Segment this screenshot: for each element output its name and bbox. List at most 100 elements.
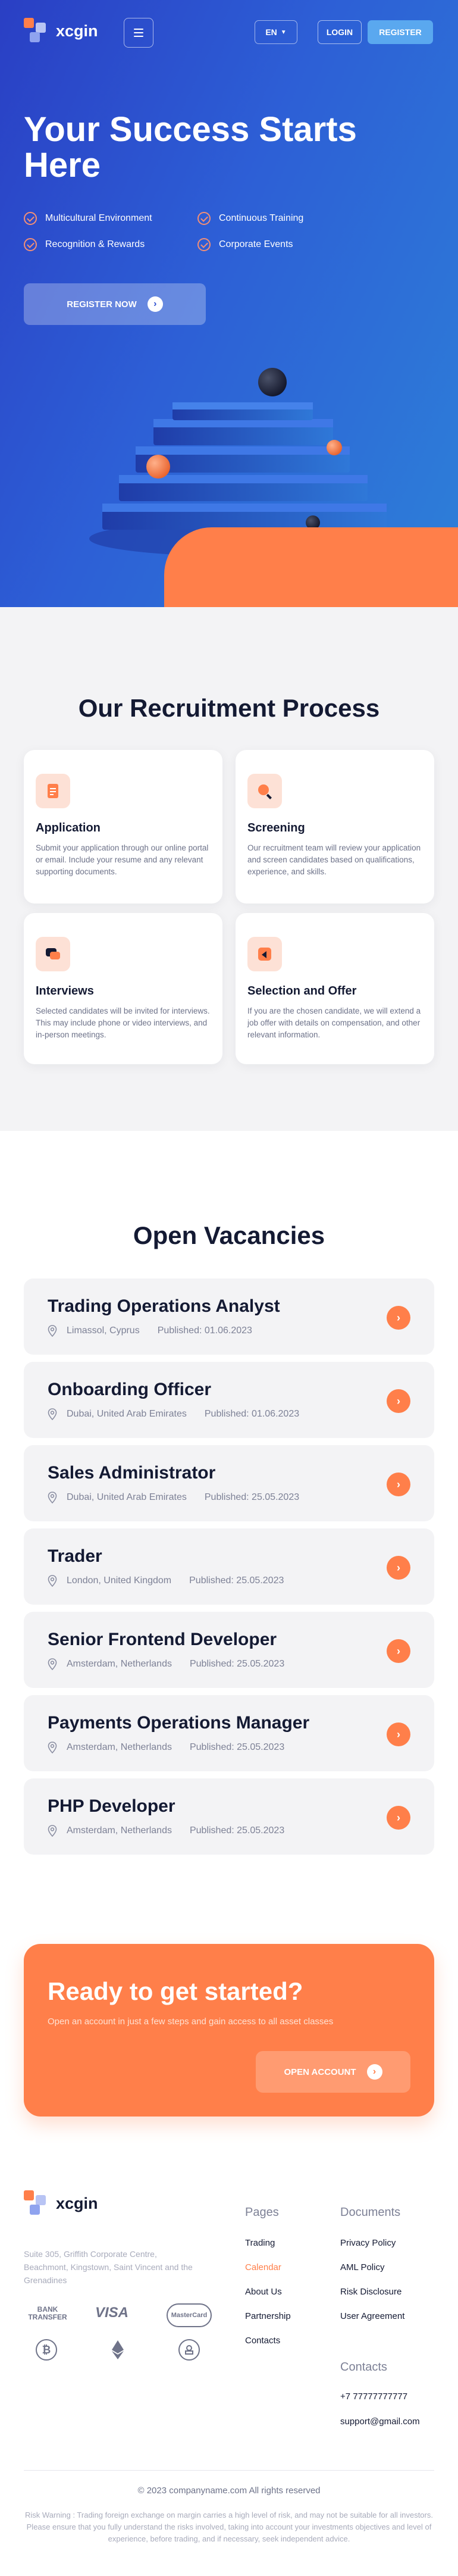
- feature-list: Multicultural Environment Continuous Tra…: [24, 212, 357, 251]
- vacancy-published: Published: 25.05.2023: [189, 1825, 285, 1836]
- location-pin-icon: [48, 1325, 57, 1337]
- document-icon: [36, 774, 70, 808]
- brand-logo[interactable]: xcgin: [24, 18, 98, 44]
- step-description: Selected candidates will be invited for …: [36, 1006, 210, 1039]
- documents-heading: Documents: [340, 2206, 401, 2219]
- check-circle-icon: [197, 238, 211, 251]
- step-name: Application: [36, 821, 101, 834]
- vacancy-title[interactable]: PHP Developer: [48, 1796, 175, 1817]
- check-circle-icon: [24, 212, 37, 225]
- magnifier-icon: [247, 774, 282, 808]
- vacancy-published: Published: 25.05.2023: [189, 1742, 285, 1752]
- check-circle-icon: [24, 238, 37, 251]
- cta-title: Ready to get started?: [48, 1977, 303, 2005]
- step-name: Selection and Offer: [247, 984, 357, 998]
- vacancy-row[interactable]: Trading Operations Analyst Limassol, Cypr…: [24, 1278, 434, 1355]
- feature-item: Recognition & Rewards: [24, 238, 197, 251]
- open-account-button[interactable]: OPEN ACCOUNT ›: [256, 2051, 410, 2093]
- vacancy-title[interactable]: Trading Operations Analyst: [48, 1296, 280, 1317]
- vacancy-title[interactable]: Onboarding Officer: [48, 1380, 211, 1400]
- arrow-right-icon[interactable]: ›: [387, 1806, 410, 1830]
- cta-subtitle: Open an account in just a few steps and …: [48, 2017, 334, 2027]
- vacancy-row[interactable]: Trader London, United Kingdom Published: 2…: [24, 1528, 434, 1605]
- vacancy-published: Published: 25.05.2023: [189, 1659, 285, 1669]
- vacancy-row[interactable]: PHP Developer Amsterdam, Netherlands Publi…: [24, 1778, 434, 1855]
- location-pin-icon: [48, 1658, 57, 1670]
- step-name: Screening: [247, 821, 305, 834]
- arrow-right-icon[interactable]: ›: [387, 1306, 410, 1330]
- language-select[interactable]: EN ▼: [255, 20, 297, 44]
- location-pin-icon: [48, 1825, 57, 1837]
- vacancy-title[interactable]: Senior Frontend Developer: [48, 1630, 277, 1650]
- hero-title: Your Success Starts Here: [24, 110, 357, 185]
- footer-link-risk[interactable]: Risk Disclosure: [340, 2287, 401, 2297]
- arrow-right-icon[interactable]: ›: [387, 1473, 410, 1496]
- section-title: Open Vacancies: [133, 1221, 325, 1249]
- register-now-button[interactable]: REGISTER NOW ›: [24, 283, 206, 325]
- vacancy-title[interactable]: Trader: [48, 1546, 102, 1567]
- vacancy-row[interactable]: Payments Operations Manager Amsterdam, Ne…: [24, 1695, 434, 1771]
- location-pin-icon: [48, 1575, 57, 1587]
- contacts-heading: Contacts: [340, 2361, 387, 2374]
- chevron-down-icon: ▼: [280, 29, 287, 36]
- vacancy-published: Published: 25.05.2023: [189, 1575, 284, 1586]
- bitcoin-icon: ₿: [36, 2339, 57, 2361]
- bank-transfer-logo: BANK TRANSFER: [28, 2305, 67, 2321]
- footer-link-partnership[interactable]: Partnership: [245, 2311, 291, 2321]
- footer-link-calendar[interactable]: Calendar: [245, 2262, 281, 2272]
- footer: xcgin Suite 305, Griffith Corporate Cent…: [0, 2143, 458, 2576]
- arrow-right-icon[interactable]: ›: [387, 1639, 410, 1663]
- vacancy-published: Published: 25.05.2023: [204, 1492, 300, 1502]
- arrow-right-icon: ›: [147, 296, 163, 312]
- chat-icon: [36, 937, 70, 971]
- location-pin-icon: [48, 1742, 57, 1753]
- footer-link-agreement[interactable]: User Agreement: [340, 2311, 404, 2321]
- hero-section: xcgin EN ▼ LOGIN REGISTER Your Success S…: [0, 0, 458, 607]
- vacancy-title[interactable]: Payments Operations Manager: [48, 1713, 309, 1733]
- footer-link-contacts[interactable]: Contacts: [245, 2336, 280, 2346]
- vacancy-published: Published: 01.06.2023: [157, 1325, 252, 1336]
- footer-link-privacy[interactable]: Privacy Policy: [340, 2238, 396, 2248]
- arrow-right-icon[interactable]: ›: [387, 1389, 410, 1413]
- cta-banner: Ready to get started? Open an account in…: [24, 1944, 434, 2117]
- pages-heading: Pages: [245, 2206, 279, 2219]
- vacancy-meta: Dubai, United Arab Emirates Published: 25…: [48, 1492, 299, 1503]
- login-button[interactable]: LOGIN: [318, 20, 362, 44]
- location-pin-icon: [48, 1408, 57, 1420]
- copyright: © 2023 companyname.com All rights reserv…: [137, 2486, 321, 2496]
- arrow-right-icon: ›: [366, 2064, 382, 2080]
- footer-link-about[interactable]: About Us: [245, 2287, 282, 2297]
- visa-logo: VISA: [95, 2305, 129, 2321]
- vacancy-meta: Amsterdam, Netherlands Published: 25.05.2…: [48, 1742, 284, 1753]
- vacancy-row[interactable]: Senior Frontend Developer Amsterdam, Neth…: [24, 1612, 434, 1688]
- menu-button[interactable]: [124, 18, 153, 48]
- vacancy-location: London, United Kingdom: [67, 1575, 172, 1586]
- company-address: Suite 305, Griffith Corporate Centre, Be…: [24, 2249, 193, 2285]
- process-card: Application Submit your application thro…: [24, 750, 222, 904]
- location-pin-icon: [48, 1492, 57, 1503]
- footer-link-trading[interactable]: Trading: [245, 2238, 275, 2248]
- vacancy-row[interactable]: Onboarding Officer Dubai, United Arab Emi…: [24, 1362, 434, 1438]
- arrow-right-icon[interactable]: ›: [387, 1556, 410, 1580]
- register-now-label: REGISTER NOW: [67, 299, 137, 310]
- vacancy-published: Published: 01.06.2023: [204, 1409, 300, 1419]
- process-card: Screening Our recruitment team will revi…: [236, 750, 434, 904]
- step-name: Interviews: [36, 984, 94, 998]
- arrow-right-icon[interactable]: ›: [387, 1722, 410, 1746]
- vacancy-title[interactable]: Sales Administrator: [48, 1463, 215, 1483]
- step-description: Our recruitment team will review your ap…: [247, 843, 421, 876]
- brand-name: xcgin: [56, 21, 98, 40]
- vacancy-row[interactable]: Sales Administrator Dubai, United Arab Em…: [24, 1445, 434, 1521]
- vacancy-meta: Dubai, United Arab Emirates Published: 01…: [48, 1408, 299, 1420]
- vacancy-meta: Amsterdam, Netherlands Published: 25.05.2…: [48, 1658, 284, 1670]
- vacancy-location: Amsterdam, Netherlands: [67, 1742, 172, 1752]
- footer-logo[interactable]: xcgin: [24, 2190, 98, 2217]
- register-button[interactable]: REGISTER: [368, 20, 433, 44]
- footer-link-aml[interactable]: AML Policy: [340, 2262, 384, 2272]
- email-link[interactable]: support@gmail.com: [340, 2416, 420, 2427]
- offer-icon: [247, 937, 282, 971]
- phone-link[interactable]: +7 77777777777: [340, 2391, 407, 2402]
- footer-divider: [24, 2470, 434, 2471]
- section-title: Our Recruitment Process: [78, 694, 380, 722]
- vacancy-location: Amsterdam, Netherlands: [67, 1659, 172, 1669]
